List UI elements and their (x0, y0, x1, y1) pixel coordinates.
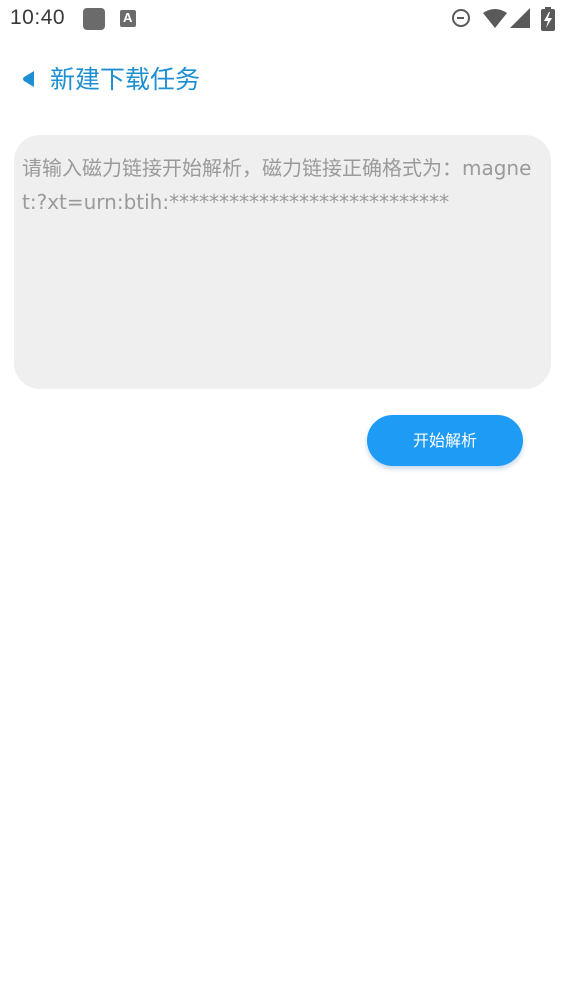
battery-charging-icon (541, 7, 555, 31)
back-triangle-icon[interactable] (18, 66, 40, 92)
status-bar: 10:40 A (0, 0, 565, 38)
app-notification-icon (83, 8, 105, 30)
cellular-signal-icon (510, 8, 530, 28)
page-title: 新建下载任务 (50, 65, 201, 94)
wifi-icon (483, 9, 507, 28)
start-parse-button[interactable]: 开始解析 (367, 415, 523, 466)
magnet-link-input[interactable]: 请输入磁力链接开始解析，磁力链接正确格式为：magnet:?xt=urn:bti… (14, 135, 551, 389)
magnet-input-placeholder: 请输入磁力链接开始解析，磁力链接正确格式为：magnet:?xt=urn:bti… (22, 156, 532, 214)
font-a-icon: A (120, 10, 136, 27)
app-header: 新建下载任务 (0, 52, 565, 108)
do-not-disturb-icon (452, 9, 470, 27)
font-a-icon-letter: A (123, 10, 133, 25)
status-time: 10:40 (10, 6, 66, 29)
